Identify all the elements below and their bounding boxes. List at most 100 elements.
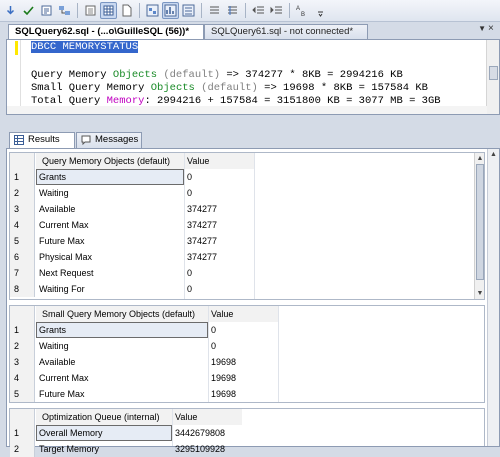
table-cell[interactable]: 19698 — [208, 354, 278, 370]
table-cell[interactable]: Available — [36, 354, 208, 370]
column-header[interactable]: Query Memory Objects (default) — [36, 153, 184, 169]
table-row[interactable]: 1 Grants 0 — [10, 322, 484, 338]
result-grid-3[interactable]: Optimization Queue (internal) Value 1 Ove… — [9, 408, 485, 457]
table-row[interactable]: 7 Next Request 0 — [10, 265, 484, 281]
indent-more-icon[interactable] — [268, 2, 285, 19]
table-cell[interactable]: 0 — [184, 169, 254, 185]
table-cell[interactable]: Grants — [36, 322, 208, 338]
table-cell[interactable]: Grants — [36, 169, 184, 185]
chevron-down-icon[interactable]: ▼ — [478, 24, 486, 33]
table-row[interactable]: 6 Physical Max 374277 — [10, 249, 484, 265]
result-grid-1[interactable]: Query Memory Objects (default) Value 1 Gr… — [9, 152, 485, 300]
row-number[interactable]: 2 — [10, 441, 35, 457]
table-row[interactable]: 5 Future Max 374277 — [10, 233, 484, 249]
column-header[interactable]: Value — [208, 306, 278, 322]
table-row[interactable]: 1 Grants 0 — [10, 169, 484, 185]
row-number[interactable]: 1 — [10, 169, 35, 185]
tab-messages[interactable]: Messages — [76, 132, 142, 148]
table-cell[interactable]: Current Max — [36, 370, 208, 386]
row-number[interactable]: 1 — [10, 425, 35, 441]
stats-icon[interactable] — [162, 2, 179, 19]
table-cell[interactable]: 3442679808 — [172, 425, 242, 441]
scrollbar-thumb[interactable] — [476, 164, 484, 280]
table-cell[interactable]: 0 — [208, 338, 278, 354]
check-icon[interactable] — [20, 2, 37, 19]
table-cell[interactable]: 0 — [184, 265, 254, 281]
table-row[interactable]: 3 Available 19698 — [10, 354, 484, 370]
table-cell[interactable]: 0 — [184, 281, 254, 297]
scrollbar-thumb[interactable] — [489, 66, 498, 80]
table-cell[interactable]: 374277 — [184, 201, 254, 217]
arrow-down-icon[interactable] — [2, 2, 19, 19]
grid-scrollbar[interactable]: ▲ ▼ — [474, 153, 484, 299]
table-cell[interactable]: 3295109928 — [172, 441, 242, 457]
table-row[interactable]: 2 Waiting 0 — [10, 185, 484, 201]
row-number[interactable]: 2 — [10, 338, 35, 354]
table-row[interactable]: 4 Current Max 19698 — [10, 370, 484, 386]
table-cell[interactable]: 374277 — [184, 217, 254, 233]
table-row[interactable]: 5 Future Max 19698 — [10, 386, 484, 402]
row-number[interactable]: 2 — [10, 185, 35, 201]
table-cell[interactable]: Waiting — [36, 185, 184, 201]
abc-icon[interactable]: AB — [294, 2, 311, 19]
table-cell[interactable]: Available — [36, 201, 184, 217]
more-icon[interactable] — [312, 2, 329, 19]
file-icon[interactable] — [118, 2, 135, 19]
row-number[interactable]: 1 — [10, 322, 35, 338]
table-cell[interactable]: Waiting For — [36, 281, 184, 297]
column-header[interactable]: Value — [172, 409, 242, 425]
row-number[interactable]: 3 — [10, 201, 35, 217]
column-header[interactable]: Optimization Queue (internal) — [36, 409, 172, 425]
results-scrollbar[interactable]: ▲ — [487, 149, 499, 446]
scroll-down-icon[interactable]: ▼ — [476, 289, 484, 298]
row-number[interactable]: 7 — [10, 265, 35, 281]
table-cell[interactable]: 374277 — [184, 233, 254, 249]
table-row[interactable]: 8 Waiting For 0 — [10, 281, 484, 297]
table-cell[interactable]: Current Max — [36, 217, 184, 233]
table-cell[interactable]: Physical Max — [36, 249, 184, 265]
table-cell[interactable]: 374277 — [184, 249, 254, 265]
table-cell[interactable]: 0 — [184, 185, 254, 201]
table-cell[interactable]: Future Max — [36, 233, 184, 249]
plan-icon-2[interactable] — [144, 2, 161, 19]
column-header[interactable]: Value — [184, 153, 254, 169]
pane-splitter[interactable] — [6, 117, 500, 131]
table-cell[interactable]: Target Memory — [36, 441, 172, 457]
tab-sqlquery62[interactable]: SQLQuery62.sql - (...o\GuilleSQL (56))* — [8, 24, 204, 39]
row-number[interactable]: 5 — [10, 233, 35, 249]
result-grid-2[interactable]: Small Query Memory Objects (default) Val… — [9, 305, 485, 403]
row-number[interactable]: 8 — [10, 281, 35, 297]
query-editor[interactable]: DBCC MEMORYSTATUS Query Memory Objects (… — [6, 39, 500, 115]
table-cell[interactable]: Waiting — [36, 338, 208, 354]
table-row[interactable]: 2 Target Memory 3295109928 — [10, 441, 484, 457]
scroll-up-icon[interactable]: ▲ — [490, 151, 497, 158]
row-number[interactable]: 4 — [10, 217, 35, 233]
plan-icon[interactable] — [56, 2, 73, 19]
text-icon[interactable] — [82, 2, 99, 19]
results-icon[interactable] — [38, 2, 55, 19]
column-header[interactable]: Small Query Memory Objects (default) — [36, 306, 208, 322]
outdent-icon[interactable] — [250, 2, 267, 19]
table-cell[interactable]: Future Max — [36, 386, 208, 402]
table-cell[interactable]: 19698 — [208, 386, 278, 402]
row-number[interactable]: 4 — [10, 370, 35, 386]
close-icon[interactable]: × — [488, 24, 498, 34]
row-number[interactable]: 6 — [10, 249, 35, 265]
tab-sqlquery61[interactable]: SQLQuery61.sql - not connected* — [204, 24, 368, 39]
table-cell[interactable]: Overall Memory — [36, 425, 172, 441]
editor-horizontal-scrollbar[interactable] — [7, 106, 487, 114]
table-cell[interactable]: 0 — [208, 322, 278, 338]
comment-icon[interactable] — [206, 2, 223, 19]
table-row[interactable]: 3 Available 374277 — [10, 201, 484, 217]
table-row[interactable]: 1 Overall Memory 3442679808 — [10, 425, 484, 441]
table-row[interactable]: 2 Waiting 0 — [10, 338, 484, 354]
tab-results[interactable]: Results — [9, 132, 75, 148]
row-number[interactable]: 5 — [10, 386, 35, 402]
uncomment-icon[interactable] — [224, 2, 241, 19]
table-cell[interactable]: 19698 — [208, 370, 278, 386]
row-number[interactable]: 3 — [10, 354, 35, 370]
editor-vertical-scrollbar[interactable] — [486, 40, 499, 114]
scroll-up-icon[interactable]: ▲ — [476, 154, 484, 163]
indent-icon[interactable] — [180, 2, 197, 19]
table-row[interactable]: 4 Current Max 374277 — [10, 217, 484, 233]
